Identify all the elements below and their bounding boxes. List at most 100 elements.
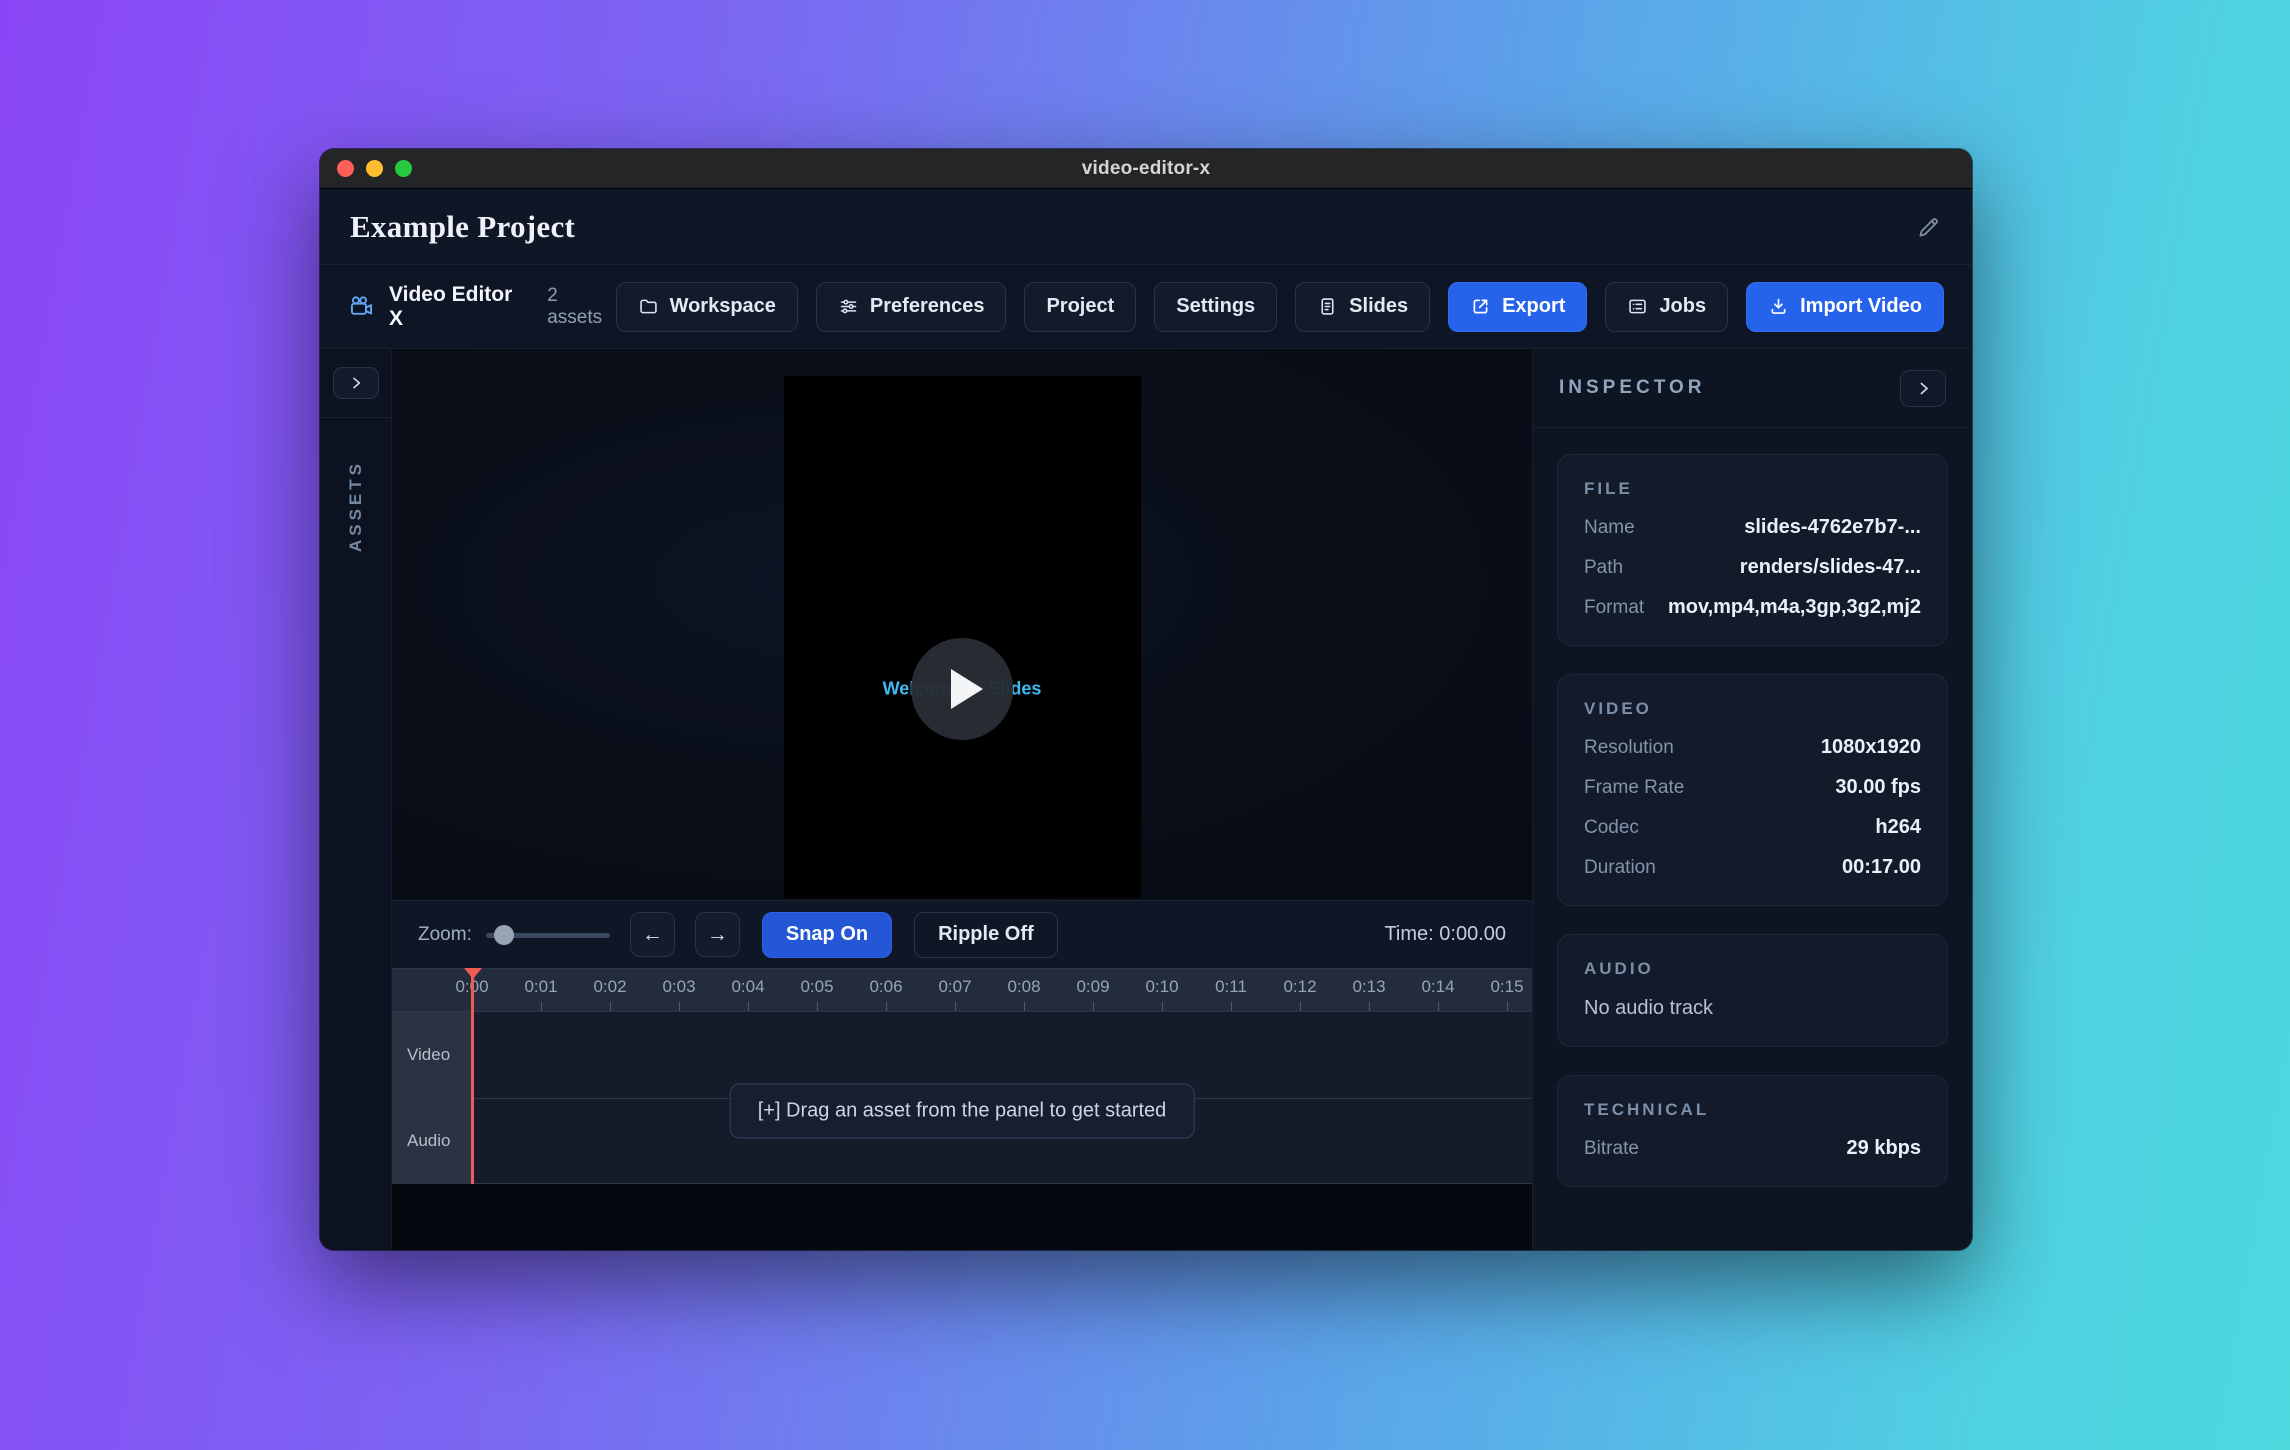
framerate-label: Frame Rate bbox=[1584, 777, 1684, 799]
settings-label: Settings bbox=[1176, 295, 1255, 318]
chevron-right-icon bbox=[348, 375, 364, 391]
ruler-tick-label: 0:08 bbox=[1007, 977, 1040, 997]
ruler-ticks[interactable]: 0:000:010:020:030:040:050:060:070:080:09… bbox=[392, 968, 1532, 1011]
timeline-body: 0:000:010:020:030:040:050:060:070:080:09… bbox=[392, 968, 1532, 1184]
ruler-tick-label: 0:15 bbox=[1490, 977, 1523, 997]
settings-button[interactable]: Settings bbox=[1154, 282, 1277, 332]
file-format-label: Format bbox=[1584, 597, 1644, 619]
external-link-icon bbox=[1470, 296, 1491, 317]
zoom-slider[interactable] bbox=[486, 925, 610, 945]
ruler-tick-mark bbox=[1369, 1002, 1370, 1011]
codec-value: h264 bbox=[1875, 816, 1921, 839]
list-icon bbox=[1627, 296, 1648, 317]
bitrate-label: Bitrate bbox=[1584, 1138, 1639, 1160]
app-brand: Video Editor X 2 assets bbox=[348, 283, 616, 331]
import-video-label: Import Video bbox=[1800, 295, 1922, 318]
snap-toggle-button[interactable]: Snap On bbox=[762, 912, 892, 958]
file-path-value: renders/slides-47... bbox=[1740, 556, 1921, 579]
chevron-right-icon bbox=[1915, 380, 1932, 397]
ripple-toggle-button[interactable]: Ripple Off bbox=[914, 912, 1058, 958]
file-name-label: Name bbox=[1584, 517, 1635, 539]
toolbar: Video Editor X 2 assets Workspace Prefer… bbox=[320, 265, 1972, 349]
file-format-row: Format mov,mp4,m4a,3gp,3g2,mj2 bbox=[1584, 596, 1921, 619]
ruler-tick-mark bbox=[955, 1002, 956, 1011]
audio-card-title: AUDIO bbox=[1584, 959, 1921, 979]
rail-divider bbox=[320, 417, 391, 418]
collapse-inspector-button[interactable] bbox=[1900, 370, 1946, 407]
ruler-tick-mark bbox=[1300, 1002, 1301, 1011]
jobs-button[interactable]: Jobs bbox=[1605, 282, 1728, 332]
ruler-tick-mark bbox=[817, 1002, 818, 1011]
slides-button[interactable]: Slides bbox=[1295, 282, 1430, 332]
file-path-label: Path bbox=[1584, 557, 1623, 579]
ruler-tick-label: 0:12 bbox=[1283, 977, 1316, 997]
inspector-panel: INSPECTOR FILE Name slides-4762e7b7-... … bbox=[1532, 349, 1972, 1250]
folder-icon bbox=[638, 296, 659, 317]
project-title: Example Project bbox=[350, 209, 575, 245]
ruler-tick-label: 0:09 bbox=[1076, 977, 1109, 997]
ruler-tick-mark bbox=[1507, 1002, 1508, 1011]
inspector-title: INSPECTOR bbox=[1559, 377, 1706, 399]
ruler-tick-label: 0:01 bbox=[524, 977, 557, 997]
framerate-row: Frame Rate 30.00 fps bbox=[1584, 776, 1921, 799]
pencil-icon bbox=[1916, 214, 1942, 240]
ruler-tick-mark bbox=[748, 1002, 749, 1011]
framerate-value: 30.00 fps bbox=[1835, 776, 1921, 799]
duration-value: 00:17.00 bbox=[1842, 856, 1921, 879]
assets-panel-tab[interactable]: ASSETS bbox=[346, 460, 366, 552]
bitrate-row: Bitrate 29 kbps bbox=[1584, 1137, 1921, 1160]
expand-assets-button[interactable] bbox=[333, 367, 379, 399]
resolution-row: Resolution 1080x1920 bbox=[1584, 736, 1921, 759]
project-label: Project bbox=[1046, 295, 1114, 318]
video-card-title: VIDEO bbox=[1584, 699, 1921, 719]
step-back-button[interactable]: ← bbox=[630, 912, 675, 957]
ruler-tick-label: 0:10 bbox=[1145, 977, 1178, 997]
ruler-tick-mark bbox=[1231, 1002, 1232, 1011]
video-track-label: Video bbox=[392, 1012, 472, 1098]
codec-row: Codec h264 bbox=[1584, 816, 1921, 839]
file-format-value: mov,mp4,m4a,3gp,3g2,mj2 bbox=[1668, 596, 1921, 619]
inspector-header: INSPECTOR bbox=[1533, 349, 1972, 428]
ruler-tick-label: 0:04 bbox=[731, 977, 764, 997]
window-title: video-editor-x bbox=[320, 158, 1972, 180]
preferences-button[interactable]: Preferences bbox=[816, 282, 1007, 332]
timeline-empty-hint: [+] Drag an asset from the panel to get … bbox=[730, 1083, 1195, 1138]
project-button[interactable]: Project bbox=[1024, 282, 1136, 332]
play-button[interactable] bbox=[911, 638, 1013, 740]
export-button[interactable]: Export bbox=[1448, 282, 1587, 332]
video-preview: Welcome to Slides bbox=[392, 349, 1532, 900]
project-header: Example Project bbox=[320, 189, 1972, 265]
ruler-tick-mark bbox=[610, 1002, 611, 1011]
ruler-tick-mark bbox=[1438, 1002, 1439, 1011]
resolution-value: 1080x1920 bbox=[1821, 736, 1921, 759]
step-forward-button[interactable]: → bbox=[695, 912, 740, 957]
ruler-tick-mark bbox=[1093, 1002, 1094, 1011]
file-card-title: FILE bbox=[1584, 479, 1921, 499]
workspace-label: Workspace bbox=[670, 295, 776, 318]
zoom-label: Zoom: bbox=[418, 924, 472, 946]
ruler-tick-mark bbox=[1024, 1002, 1025, 1011]
bitrate-value: 29 kbps bbox=[1847, 1137, 1921, 1160]
audio-empty-text: No audio track bbox=[1584, 997, 1921, 1020]
ruler-tick-label: 0:03 bbox=[662, 977, 695, 997]
import-video-button[interactable]: Import Video bbox=[1746, 282, 1944, 332]
codec-label: Codec bbox=[1584, 817, 1639, 839]
edit-project-title-button[interactable] bbox=[1916, 214, 1942, 240]
toolbar-buttons: Workspace Preferences Project Settings S… bbox=[616, 282, 1944, 332]
technical-card: TECHNICAL Bitrate 29 kbps bbox=[1557, 1075, 1948, 1187]
file-card: FILE Name slides-4762e7b7-... Path rende… bbox=[1557, 454, 1948, 646]
time-display: Time: 0:00.00 bbox=[1384, 923, 1506, 946]
ruler-tick-label: 0:11 bbox=[1215, 977, 1247, 997]
workspace-button[interactable]: Workspace bbox=[616, 282, 798, 332]
slides-label: Slides bbox=[1349, 295, 1408, 318]
video-card: VIDEO Resolution 1080x1920 Frame Rate 30… bbox=[1557, 674, 1948, 906]
main-area: ASSETS Welcome to Slides Zoom: bbox=[320, 349, 1972, 1250]
ruler-tick-mark bbox=[679, 1002, 680, 1011]
video-camera-icon bbox=[348, 293, 375, 320]
assets-panel-collapsed: ASSETS bbox=[320, 349, 392, 1250]
ruler-tick-label: 0:07 bbox=[938, 977, 971, 997]
playhead[interactable] bbox=[471, 968, 474, 1184]
zoom-slider-thumb[interactable] bbox=[494, 925, 514, 945]
audio-card: AUDIO No audio track bbox=[1557, 934, 1948, 1047]
audio-track-label: Audio bbox=[392, 1099, 472, 1183]
